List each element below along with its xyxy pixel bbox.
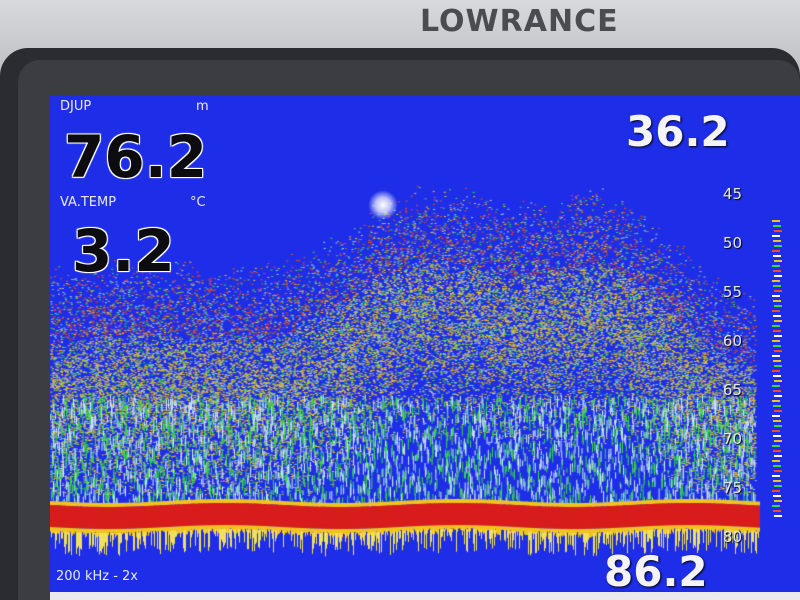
depth-scale-mark bbox=[774, 455, 782, 457]
depth-scale-mark bbox=[774, 425, 782, 427]
depth-scale-mark bbox=[773, 390, 781, 392]
depth-scale-mark bbox=[772, 235, 780, 237]
depth-scale-mark bbox=[773, 315, 781, 317]
depth-tick: 60 bbox=[722, 332, 742, 350]
depth-scale-mark bbox=[774, 335, 782, 337]
depth-scale-mark bbox=[773, 240, 781, 242]
depth-scale-mark bbox=[772, 490, 780, 492]
depth-scale-mark bbox=[772, 415, 780, 417]
brand-logo: LOWRANCE bbox=[420, 4, 619, 39]
depth-scale-mark bbox=[772, 445, 780, 447]
range-top-value: 36.2 bbox=[626, 107, 730, 156]
depth-scale-mark bbox=[772, 340, 780, 342]
depth-tick: 80 bbox=[722, 528, 742, 546]
depth-scale-mark bbox=[772, 475, 780, 477]
depth-tick: 55 bbox=[722, 283, 742, 301]
depth-scale-mark bbox=[772, 265, 780, 267]
depth-scale-mark bbox=[774, 245, 782, 247]
depth-scale-mark bbox=[773, 330, 781, 332]
depth-scale-mark bbox=[774, 395, 782, 397]
depth-scale-mark bbox=[773, 360, 781, 362]
depth-scale-mark bbox=[772, 295, 780, 297]
frequency-label: 200 kHz - 2x bbox=[56, 569, 138, 584]
depth-scale-mark bbox=[772, 325, 780, 327]
depth-scale-mark bbox=[774, 515, 782, 517]
depth-scale-mark bbox=[773, 465, 781, 467]
water-temp-unit: °C bbox=[190, 195, 206, 210]
depth-scale-mark bbox=[772, 220, 780, 222]
depth-scale-mark bbox=[774, 275, 782, 277]
water-temp-value: 3.2 bbox=[72, 217, 175, 285]
depth-scale-mark bbox=[772, 310, 780, 312]
sonar-screen: DJUP m 76.2 VA.TEMP °C 3.2 36.2 86.2 200… bbox=[50, 95, 800, 600]
depth-scale-mark bbox=[774, 290, 782, 292]
screen-glare bbox=[368, 190, 398, 220]
depth-scale-mark bbox=[773, 225, 781, 227]
depth-scale-mark bbox=[774, 230, 782, 232]
depth-scale-mark bbox=[774, 320, 782, 322]
depth-tick: 65 bbox=[722, 381, 742, 399]
depth-scale-mark bbox=[774, 485, 782, 487]
depth-tick: 75 bbox=[722, 479, 742, 497]
depth-scale-mark bbox=[773, 345, 781, 347]
water-temp-label: VA.TEMP bbox=[60, 195, 117, 210]
depth-scale-mark bbox=[773, 420, 781, 422]
depth-scale-mark bbox=[774, 410, 782, 412]
depth-scale-bar bbox=[772, 220, 782, 517]
depth-scale-mark bbox=[773, 435, 781, 437]
depth-scale-mark bbox=[774, 380, 782, 382]
depth-tick: 50 bbox=[722, 234, 742, 252]
depth-scale-mark bbox=[774, 365, 782, 367]
depth-scale-mark bbox=[773, 480, 781, 482]
depth-scale-mark bbox=[774, 350, 782, 352]
depth-scale-mark bbox=[773, 270, 781, 272]
depth-scale-mark bbox=[774, 500, 782, 502]
depth-scale-mark bbox=[772, 280, 780, 282]
depth-scale-mark bbox=[772, 385, 780, 387]
depth-scale-mark bbox=[773, 285, 781, 287]
depth-scale-mark bbox=[773, 510, 781, 512]
depth-scale-mark bbox=[772, 505, 780, 507]
depth-scale-mark bbox=[772, 250, 780, 252]
depth-scale-mark bbox=[773, 405, 781, 407]
depth-scale-mark bbox=[772, 430, 780, 432]
depth-scale-mark bbox=[773, 375, 781, 377]
depth-scale-mark bbox=[772, 355, 780, 357]
depth-scale-mark bbox=[773, 495, 781, 497]
depth-scale-mark bbox=[773, 255, 781, 257]
depth-scale-mark bbox=[774, 305, 782, 307]
status-strip bbox=[50, 592, 800, 600]
depth-label: DJUP bbox=[60, 99, 92, 114]
depth-scale-mark bbox=[774, 260, 782, 262]
depth-scale-mark bbox=[773, 450, 781, 452]
depth-scale-mark bbox=[772, 400, 780, 402]
depth-scale-mark bbox=[774, 440, 782, 442]
depth-scale-mark bbox=[773, 300, 781, 302]
depth-tick: 45 bbox=[722, 185, 742, 203]
depth-tick: 70 bbox=[722, 430, 742, 448]
depth-scale-mark bbox=[772, 460, 780, 462]
range-bottom-value: 86.2 bbox=[604, 547, 708, 596]
depth-scale-mark bbox=[774, 470, 782, 472]
depth-value: 76.2 bbox=[64, 123, 208, 191]
depth-scale-mark bbox=[772, 370, 780, 372]
depth-unit: m bbox=[196, 99, 209, 114]
